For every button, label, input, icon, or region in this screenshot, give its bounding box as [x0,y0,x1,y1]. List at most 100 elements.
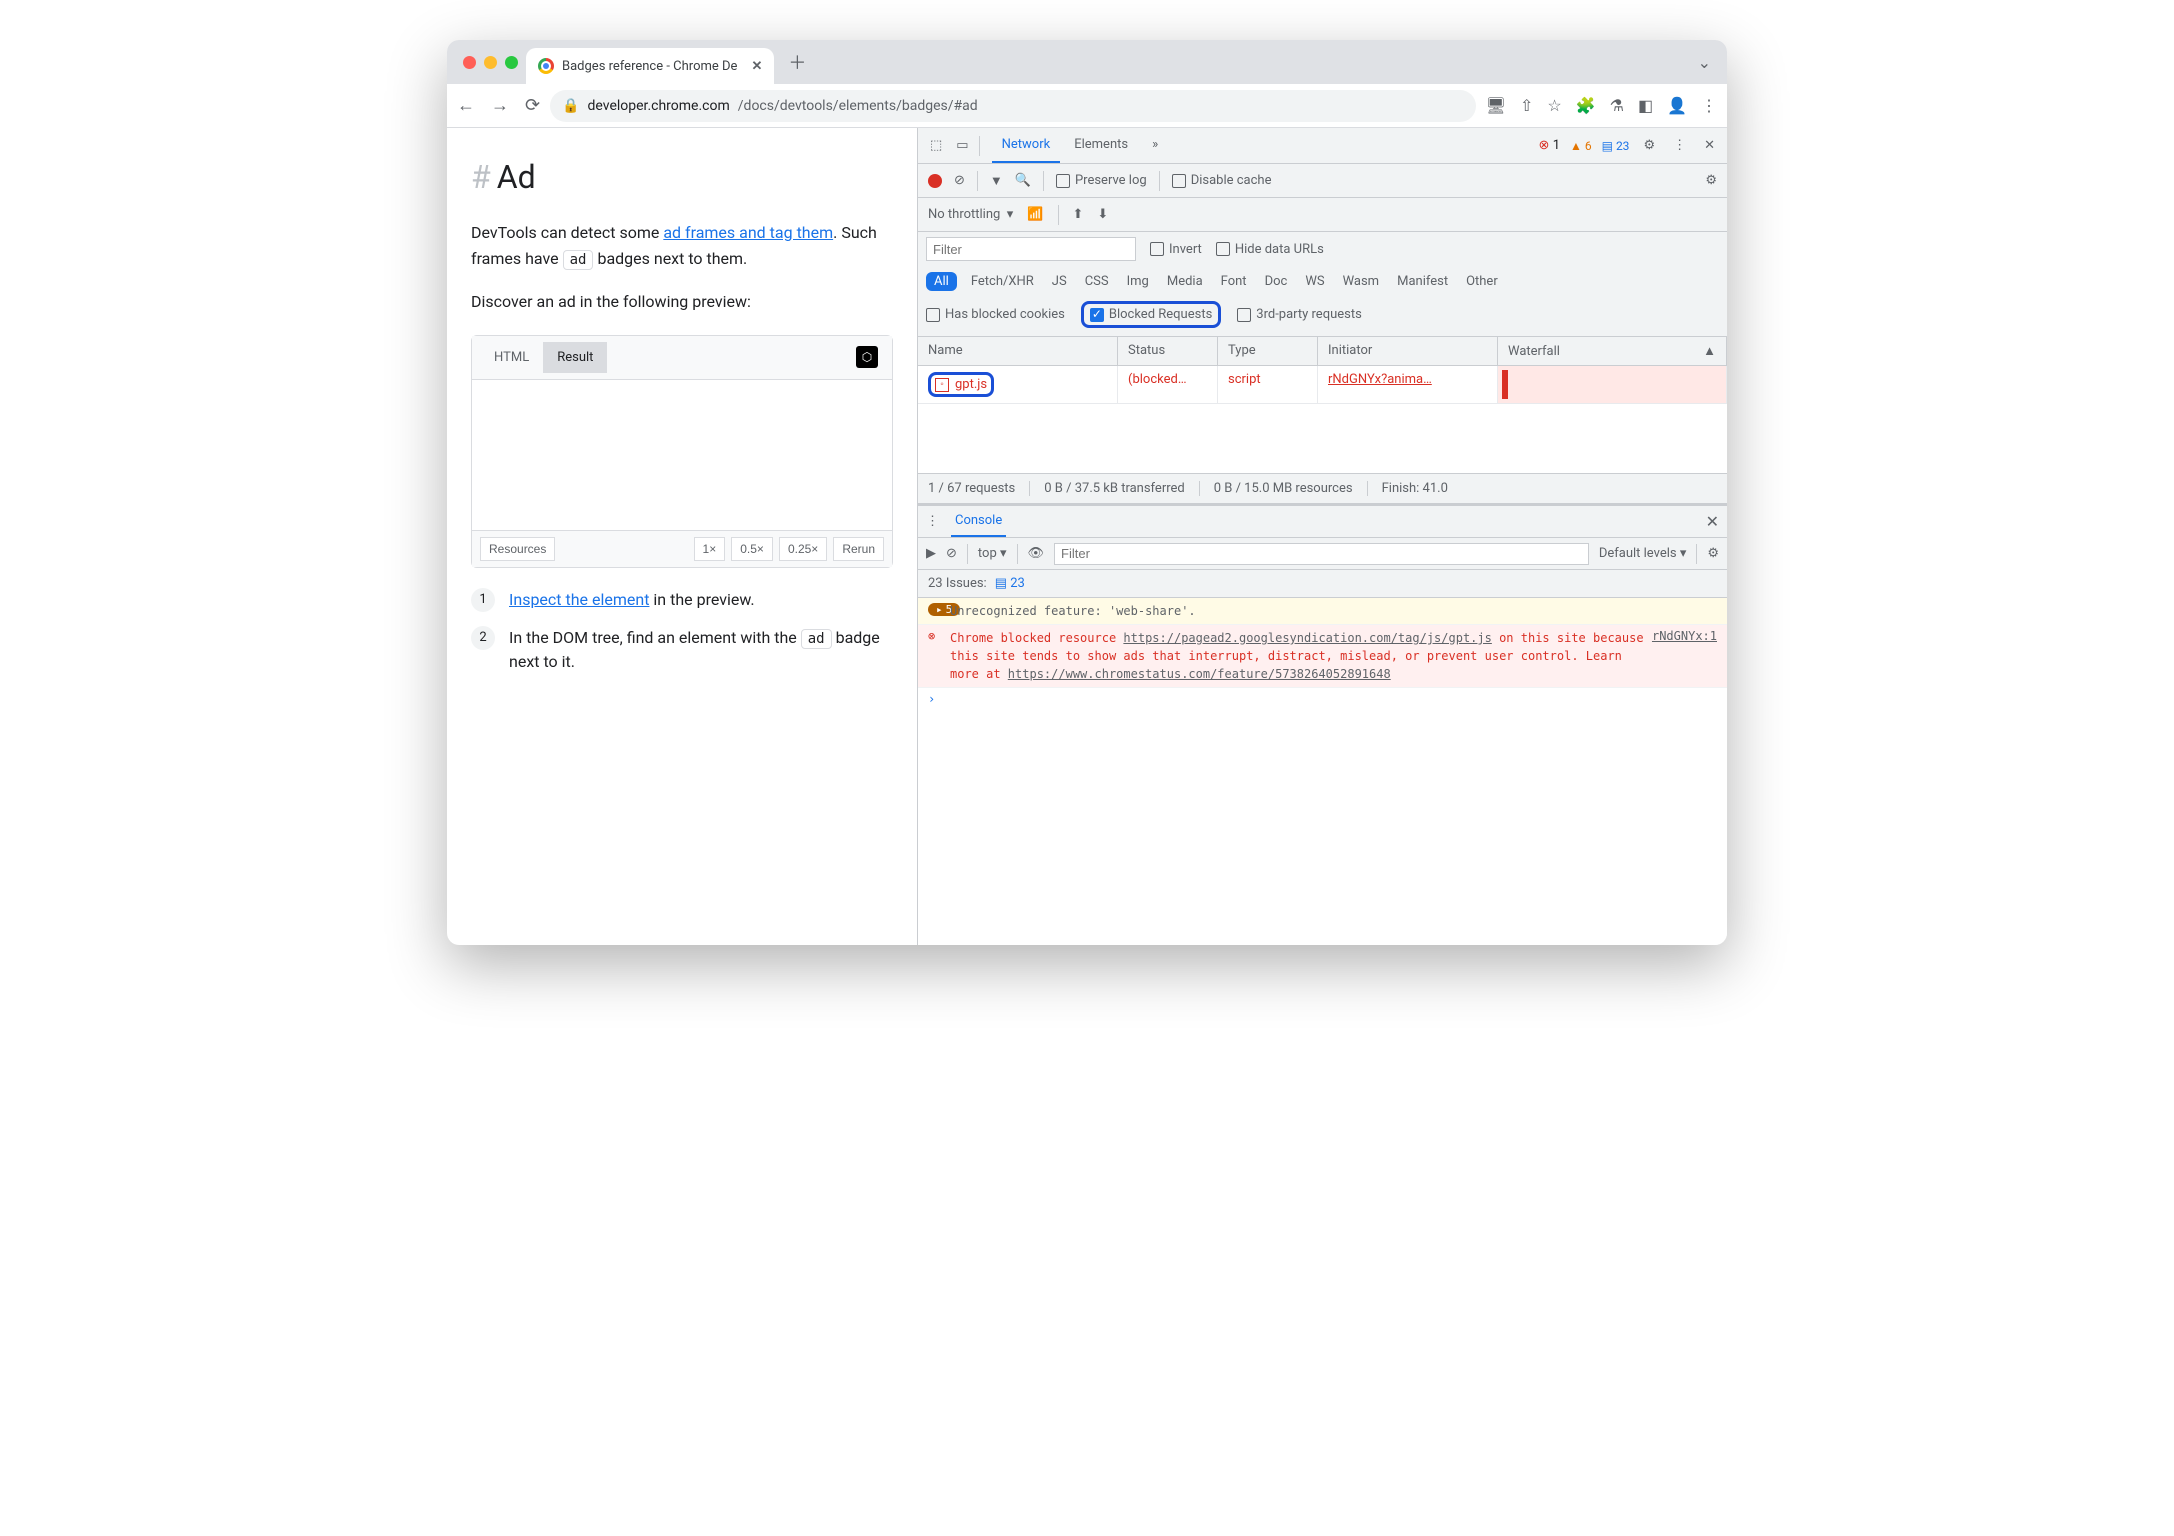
codepen-tab-result[interactable]: Result [543,342,607,373]
col-status[interactable]: Status [1118,337,1218,365]
extensions-icon[interactable]: 🧩 [1576,96,1596,115]
zoom-05x[interactable]: 0.5× [731,537,773,561]
blocked-url-link[interactable]: https://pagead2.googlesyndication.com/ta… [1123,631,1491,645]
close-devtools-icon[interactable]: ✕ [1700,134,1719,157]
type-doc[interactable]: Doc [1261,272,1292,291]
status-resources: 0 B / 15.0 MB resources [1214,481,1368,496]
rerun-button[interactable]: Rerun [833,537,884,561]
drawer-menu-icon[interactable]: ⋮ [926,514,939,529]
settings-icon[interactable]: ⚙ [1639,134,1659,157]
clear-icon[interactable]: ⊘ [954,173,965,188]
blocked-cookies-checkbox[interactable]: Has blocked cookies [926,307,1065,322]
translate-icon[interactable]: 🖥 [1486,96,1506,115]
context-select[interactable]: top ▾ [978,546,1007,561]
share-icon[interactable]: ⇧ [1520,96,1533,115]
type-font[interactable]: Font [1217,272,1251,291]
type-wasm[interactable]: Wasm [1339,272,1384,291]
type-media[interactable]: Media [1163,272,1207,291]
ad-frames-link[interactable]: ad frames and tag them [663,223,833,242]
console-error-line[interactable]: ⊗ Chrome blocked resource https://pagead… [918,625,1727,688]
col-initiator[interactable]: Initiator [1318,337,1498,365]
preserve-log-checkbox[interactable]: Preserve log [1056,173,1147,188]
col-type[interactable]: Type [1218,337,1318,365]
type-css[interactable]: CSS [1081,272,1113,291]
levels-select[interactable]: Default levels ▾ [1599,546,1687,561]
close-window-button[interactable] [463,56,476,69]
inspect-icon[interactable]: ⬚ [926,134,946,157]
network-table-empty [918,404,1727,474]
console-close-icon[interactable]: ✕ [1706,512,1719,531]
type-ws[interactable]: WS [1301,272,1328,291]
upload-har-icon[interactable]: ⬆ [1073,207,1084,222]
live-expression-icon[interactable]: 👁 [1028,546,1045,561]
console-warning-line[interactable]: ▸ 5 Unrecognized feature: 'web-share'. [918,598,1727,625]
devtools-tabbar: ⬚ ▭ Network Elements » ⊗ 1 ▲ 6 ▤ 23 ⚙ ⋮ … [918,128,1727,164]
filter-input[interactable] [926,237,1136,261]
console-sidebar-icon[interactable]: ▶ [926,546,936,561]
console-clear-icon[interactable]: ⊘ [946,546,957,561]
third-party-checkbox[interactable]: 3rd-party requests [1237,307,1362,322]
type-fetch[interactable]: Fetch/XHR [967,272,1038,291]
throttling-select[interactable]: No throttling ▾ [928,207,1013,222]
download-har-icon[interactable]: ⬇ [1097,207,1108,222]
network-table-body: ◦gpt.js (blocked… script rNdGNYx?anima… [918,366,1727,404]
codepen-resources-button[interactable]: Resources [480,537,555,561]
type-js[interactable]: JS [1048,272,1071,291]
record-button[interactable] [928,174,942,188]
network-settings-icon[interactable]: ⚙ [1705,173,1717,188]
disable-cache-checkbox[interactable]: Disable cache [1172,173,1272,188]
type-manifest[interactable]: Manifest [1393,272,1452,291]
status-finish: Finish: 41.0 [1382,481,1462,496]
network-row-gpt[interactable]: ◦gpt.js (blocked… script rNdGNYx?anima… [918,366,1727,404]
filter-toggle-icon[interactable]: ▼ [990,173,1003,189]
console-issues-bar[interactable]: 23 Issues: ▤ 23 [918,570,1727,598]
tab-close-icon[interactable]: ✕ [751,59,762,74]
profile-icon[interactable]: 👤 [1667,96,1687,115]
type-img[interactable]: Img [1123,272,1153,291]
kebab-icon[interactable]: ⋮ [1669,134,1690,157]
reload-button[interactable]: ⟳ [525,95,540,116]
console-prompt[interactable]: › [918,688,1727,710]
tab-network[interactable]: Network [992,128,1061,163]
tab-overflow-icon[interactable]: ⌄ [1698,53,1711,72]
tab-more[interactable]: » [1142,128,1168,163]
type-all[interactable]: All [926,272,957,291]
inspect-link[interactable]: Inspect the element [509,590,649,609]
learn-more-link[interactable]: https://www.chromestatus.com/feature/573… [1008,667,1391,681]
back-button[interactable]: ← [457,95,475,116]
request-initiator[interactable]: rNdGNYx?anima… [1318,366,1498,403]
col-name[interactable]: Name [918,337,1118,365]
codepen-logo-icon[interactable]: ⬡ [856,346,878,368]
zoom-025x[interactable]: 0.25× [779,537,827,561]
blocked-requests-checkbox[interactable]: Blocked Requests [1090,307,1212,322]
invert-checkbox[interactable]: Invert [1150,242,1202,257]
minimize-window-button[interactable] [484,56,497,69]
hide-data-urls-checkbox[interactable]: Hide data URLs [1216,242,1324,257]
device-toggle-icon[interactable]: ▭ [952,134,972,157]
ad-badge: ad [563,250,594,270]
search-icon[interactable]: 🔍 [1015,173,1031,188]
sidepanel-icon[interactable]: ◧ [1638,96,1653,115]
info-badge[interactable]: ▤ 23 [1602,139,1630,153]
console-tab[interactable]: Console [951,506,1006,537]
col-waterfall[interactable]: Waterfall▲ [1498,337,1727,365]
zoom-1x[interactable]: 1× [694,537,726,561]
warnings-badge[interactable]: ▲ 6 [1570,139,1592,153]
labs-icon[interactable]: ⚗ [1610,96,1624,115]
codepen-tab-html[interactable]: HTML [480,342,543,373]
forward-button[interactable]: → [491,95,509,116]
maximize-window-button[interactable] [505,56,518,69]
request-status: (blocked… [1118,366,1218,403]
console-settings-icon[interactable]: ⚙ [1707,546,1719,561]
bookmark-icon[interactable]: ☆ [1547,96,1561,115]
tab-elements[interactable]: Elements [1064,128,1138,163]
menu-icon[interactable]: ⋮ [1701,96,1717,115]
error-source-link[interactable]: rNdGNYx:1 [1652,629,1717,643]
address-bar[interactable]: 🔒 developer.chrome.com/docs/devtools/ele… [550,90,1476,122]
type-other[interactable]: Other [1462,272,1502,291]
browser-tab[interactable]: Badges reference - Chrome De ✕ [526,48,774,84]
errors-badge[interactable]: ⊗ 1 [1539,138,1560,153]
new-tab-button[interactable]: ＋ [788,49,806,75]
console-filter-input[interactable] [1054,543,1589,565]
network-conditions-icon[interactable]: 📶 [1027,207,1043,222]
